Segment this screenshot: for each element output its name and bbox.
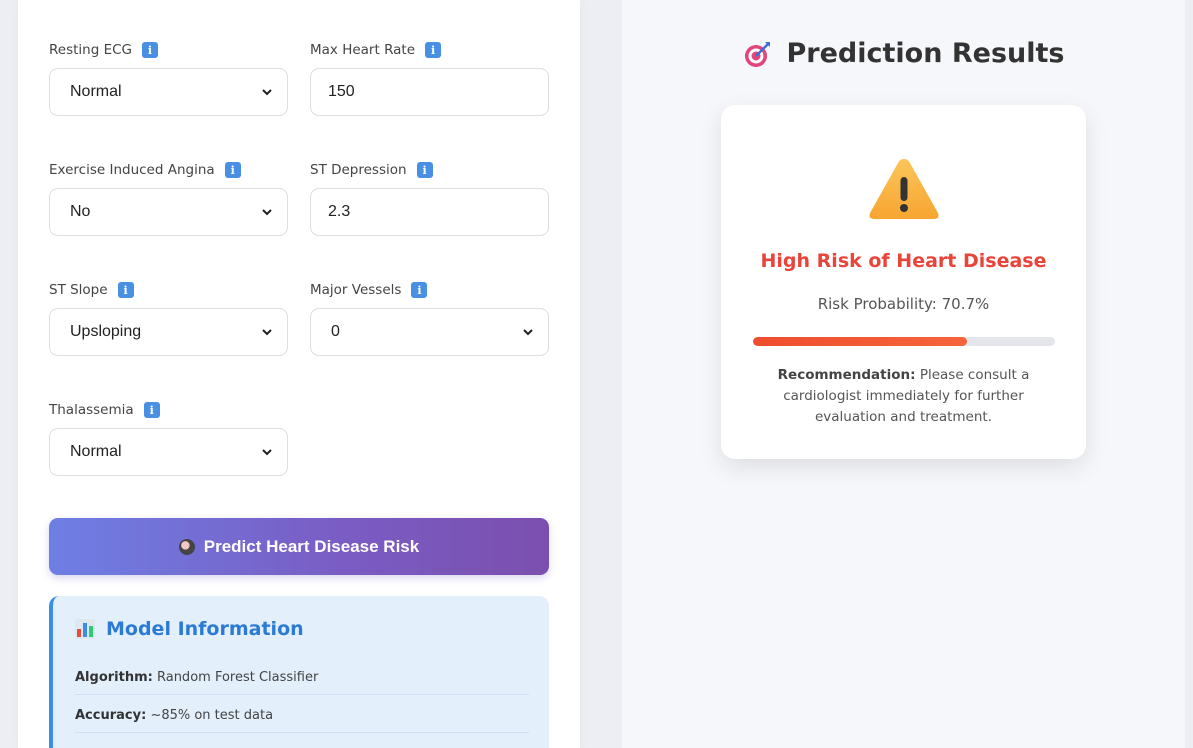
resting-ecg-label: Resting ECG [49,42,132,58]
field-resting-ecg: Resting ECG i Normal [49,40,288,116]
predict-button-label: Predict Heart Disease Risk [203,536,420,556]
field-major-vessels: Major Vessels i 0 [310,280,549,356]
brain-icon [178,538,195,555]
results-panel: Prediction Results High Risk of Heart Di [622,0,1185,748]
risk-progress-bar [753,337,1055,346]
field-label-exercise-angina: Exercise Induced Angina i [49,160,288,180]
info-icon[interactable]: i [224,162,241,178]
recommendation: Recommendation: Please consult a cardiol… [761,365,1046,428]
field-label-thalassemia: Thalassemia i [49,400,288,420]
info-icon[interactable]: i [143,402,160,418]
info-row-key: Accuracy: [75,708,147,723]
info-row-accuracy: Accuracy: ~85% on test data [75,708,529,733]
field-label-max-heart-rate: Max Heart Rate i [310,40,549,60]
warning-icon [866,155,942,223]
info-row-key: Algorithm: [75,670,153,685]
exercise-angina-value: No [70,203,91,220]
thalassemia-label: Thalassemia [49,402,134,418]
st-depression-value: 2.3 [328,203,351,220]
recommendation-key: Recommendation: [777,367,916,383]
results-title-text: Prediction Results [786,38,1065,69]
chevron-down-icon [261,326,273,338]
field-label-resting-ecg: Resting ECG i [49,40,288,60]
max-heart-rate-value: 150 [328,83,355,100]
field-label-major-vessels: Major Vessels i [310,280,549,300]
max-heart-rate-input[interactable]: 150 [310,68,549,116]
thalassemia-value: Normal [70,443,122,460]
major-vessels-label: Major Vessels [310,282,402,298]
field-label-st-slope: ST Slope i [49,280,288,300]
chevron-down-icon [261,206,273,218]
chevron-down-icon [522,326,534,338]
field-st-slope: ST Slope i Upsloping [49,280,288,356]
max-heart-rate-label: Max Heart Rate [310,42,416,58]
st-slope-label: ST Slope [49,282,108,298]
info-row-algorithm: Algorithm: Random Forest Classifier [75,670,529,695]
info-row-value: ~85% on test data [150,708,274,723]
risk-label: High Risk of Heart Disease [760,250,1047,272]
exercise-angina-label: Exercise Induced Angina [49,162,215,178]
page: Resting ECG i Normal Max Heart Rate i 15… [0,0,1193,748]
predict-button[interactable]: Predict Heart Disease Risk [49,518,549,575]
risk-progress-fill [753,337,967,346]
model-info-box: Model Information Algorithm: Random Fore… [49,596,549,748]
info-icon[interactable]: i [416,162,433,178]
major-vessels-select[interactable]: 0 [310,308,549,356]
field-exercise-angina: Exercise Induced Angina i No [49,160,288,236]
info-icon[interactable]: i [425,42,442,58]
st-slope-value: Upsloping [70,323,142,340]
result-card: High Risk of Heart Disease Risk Probabil… [721,105,1086,459]
major-vessels-value: 0 [331,323,340,340]
field-label-st-depression: ST Depression i [310,160,549,180]
info-icon[interactable]: i [117,282,134,298]
field-st-depression: ST Depression i 2.3 [310,160,549,236]
chevron-down-icon [261,446,273,458]
resting-ecg-select[interactable]: Normal [49,68,288,116]
model-info-title: Model Information [75,618,304,640]
risk-probability: Risk Probability: 70.7% [817,295,990,313]
st-depression-input[interactable]: 2.3 [310,188,549,236]
st-slope-select[interactable]: Upsloping [49,308,288,356]
exercise-angina-select[interactable]: No [49,188,288,236]
info-icon[interactable]: i [411,282,428,298]
bar-chart-icon [75,619,95,639]
chevron-down-icon [261,86,273,98]
field-thalassemia: Thalassemia i Normal [49,400,288,476]
results-title: Prediction Results [622,38,1185,69]
info-row-value: Random Forest Classifier [156,670,319,685]
thalassemia-select[interactable]: Normal [49,428,288,476]
field-max-heart-rate: Max Heart Rate i 150 [310,40,549,116]
resting-ecg-value: Normal [70,83,122,100]
info-icon[interactable]: i [142,42,158,58]
input-form-panel: Resting ECG i Normal Max Heart Rate i 15… [18,0,580,748]
model-info-title-text: Model Information [106,618,304,640]
target-icon [743,39,773,69]
st-depression-label: ST Depression [310,162,407,178]
